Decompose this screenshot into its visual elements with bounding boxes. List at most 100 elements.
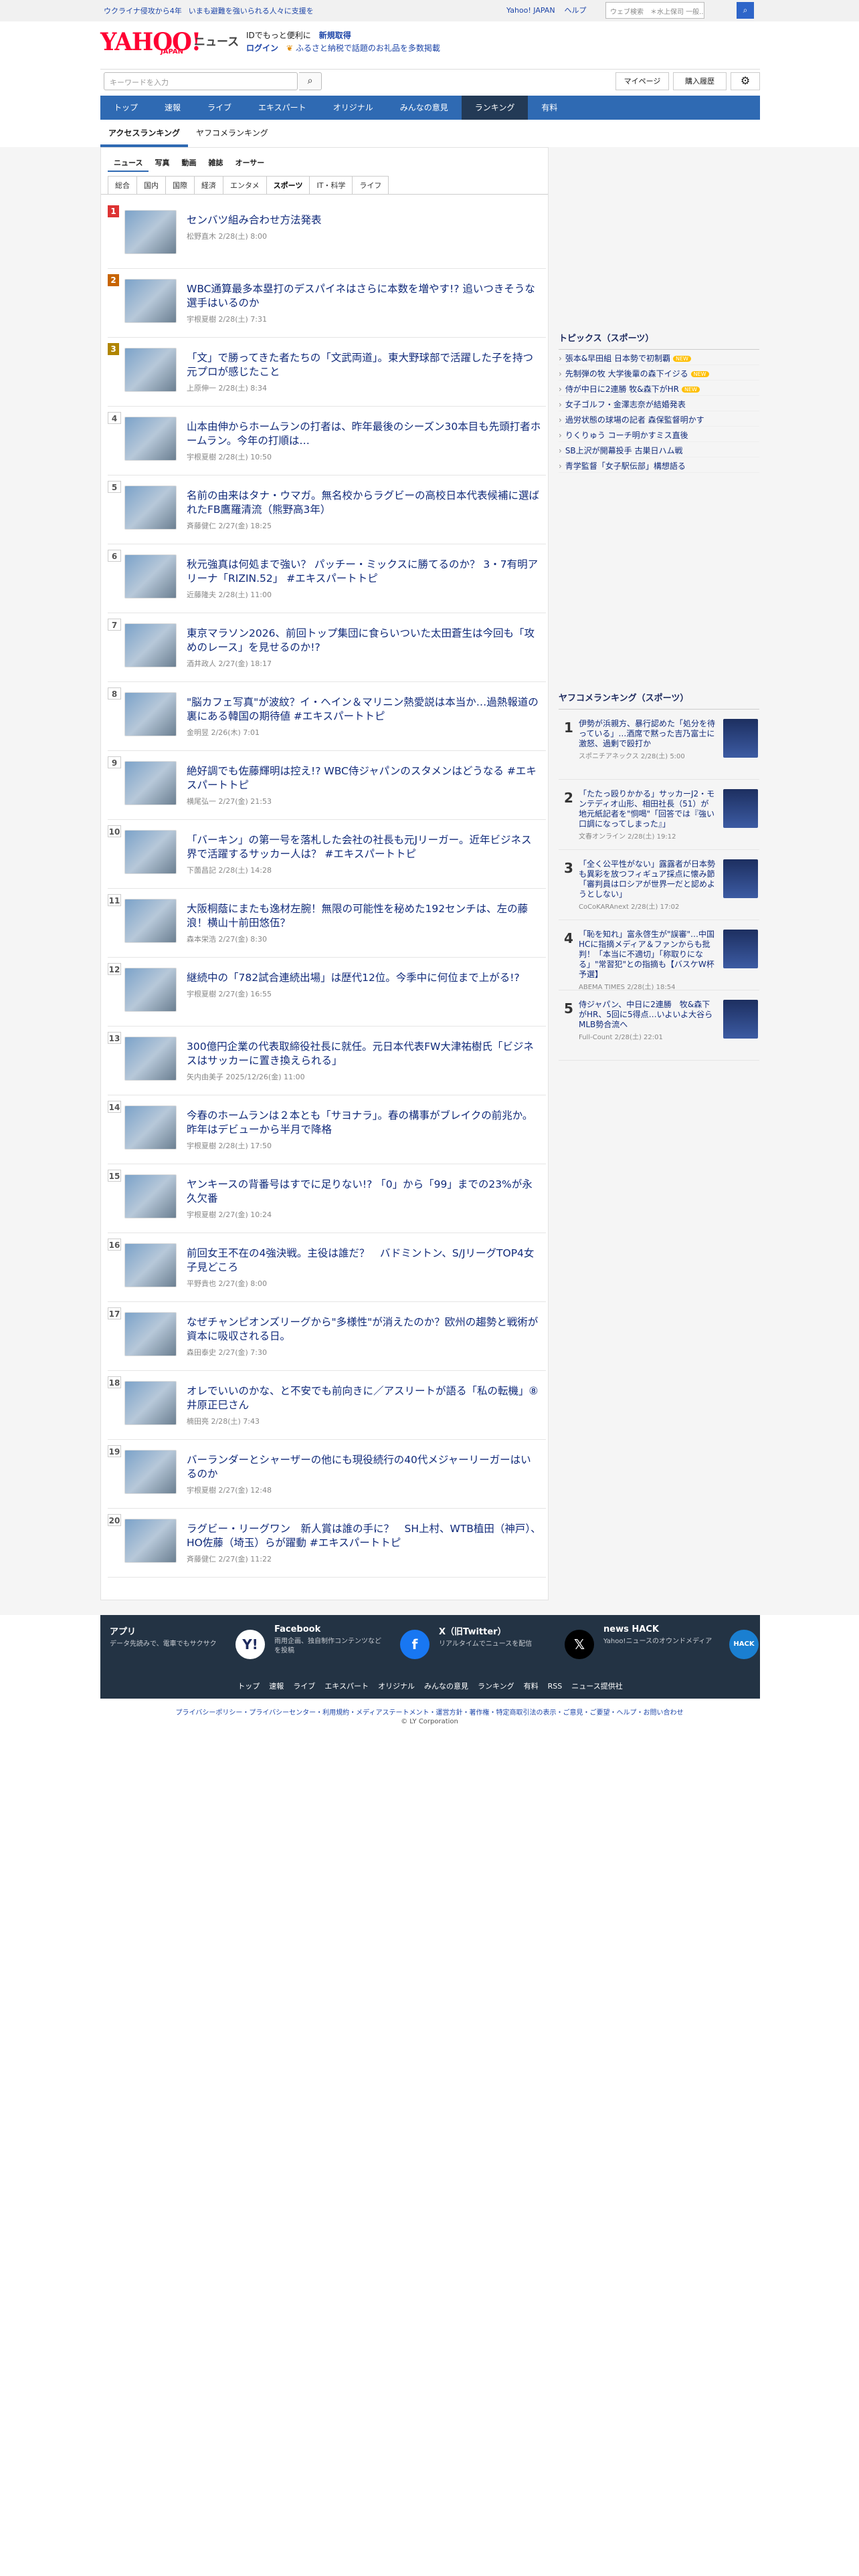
yahookome-item[interactable]: 2 「たたっ殴りかかる」サッカーJ2・モンテディオ山形、相田社長（51）が地元紙記… bbox=[559, 780, 759, 850]
article-title[interactable]: WBC通算最多本塁打のデスパイネはさらに本数を増やす!? 追いつきそうな選手はい… bbox=[187, 282, 541, 310]
subnav-tab-0[interactable]: アクセスランキング bbox=[100, 123, 189, 147]
yahookome-thumbnail[interactable] bbox=[723, 789, 758, 828]
footer-link-2[interactable]: ライブ bbox=[293, 1682, 315, 1691]
register-link[interactable]: 新規取得 bbox=[319, 31, 351, 40]
nav-item-4[interactable]: オリジナル bbox=[320, 96, 387, 120]
topic-item[interactable]: SB上沢が開幕投手 古巣日ハム戦 bbox=[559, 442, 759, 457]
topic-item[interactable]: 女子ゴルフ・金澤志奈が結婚発表 bbox=[559, 396, 759, 411]
web-search-input[interactable]: ウェブ検索 ＊水上保司 一般... bbox=[605, 2, 704, 19]
ranking-item[interactable]: 10 「バーキン」の第一号を落札した会社の社長も元Jリーガー。近年ビジネス界で活躍… bbox=[108, 820, 546, 889]
help-link[interactable]: ヘルプ bbox=[565, 5, 587, 15]
article-title[interactable]: 秋元強真は何処まで強い？ パッチー・ミックスに勝てるのか？ 3・7有明アリーナ「… bbox=[187, 558, 541, 586]
yahookome-title[interactable]: 伊勢が浜親方、暴行認めた「処分を待っている」…酒席で黙った吉乃富士に激怒、過剰で… bbox=[579, 719, 716, 749]
nav-item-6[interactable]: ランキング bbox=[461, 96, 529, 120]
ranking-item[interactable]: 4 山本由伸からホームランの打者は、昨年最後のシーズン30本目も先頭打者ホームラン… bbox=[108, 407, 546, 475]
notice-link-ukraine[interactable]: ウクライナ侵攻から4年 bbox=[104, 5, 182, 16]
topic-item[interactable]: 青学監督「女子駅伝部」構想語る bbox=[559, 457, 759, 473]
genre-tab-1[interactable]: 国内 bbox=[136, 176, 166, 195]
article-thumbnail[interactable] bbox=[124, 899, 177, 943]
article-thumbnail[interactable] bbox=[124, 1450, 177, 1494]
footer-link-6[interactable]: ランキング bbox=[478, 1682, 514, 1691]
article-title[interactable]: ラグビー・リーグワン 新人賞は誰の手に？ SH上村、WTB植田（神戸）、HO佐藤… bbox=[187, 1522, 541, 1550]
article-thumbnail[interactable] bbox=[124, 1105, 177, 1150]
footer-link-4[interactable]: オリジナル bbox=[378, 1682, 415, 1691]
ranking-item[interactable]: 8 "脳カフェ写真"が波紋？イ・ヘイン＆マリニン熱愛説は本当か…過熱報道の裏にある… bbox=[108, 682, 546, 751]
article-thumbnail[interactable] bbox=[124, 1037, 177, 1081]
footer-link-8[interactable]: RSS bbox=[548, 1682, 563, 1691]
topic-item[interactable]: 先制弾の牧 大学後輩の森下イジるNEW bbox=[559, 365, 759, 381]
footer-app-download-card[interactable]: アプリ データ先読みで、電車でもサクサク Y! bbox=[110, 1624, 270, 1666]
ranking-item[interactable]: 15 ヤンキースの背番号はすでに足りない!? 「0」から「99」までの23%が永久… bbox=[108, 1164, 546, 1233]
yahookome-item[interactable]: 5 侍ジャパン、中日に2連勝 牧&森下がHR、5回に5得点…いよいよ大谷らMLB勢… bbox=[559, 990, 759, 1061]
ranking-item[interactable]: 17 なぜチャンピオンズリーグから"多様性"が消えたのか？欧州の趨勢と戦術が資本に… bbox=[108, 1302, 546, 1371]
article-title[interactable]: 山本由伸からホームランの打者は、昨年最後のシーズン30本目も先頭打者ホームラン。… bbox=[187, 420, 541, 448]
article-title[interactable]: "脳カフェ写真"が波紋？イ・ヘイン＆マリニン熱愛説は本当か…過熱報道の裏にある韓… bbox=[187, 695, 541, 724]
legal-links[interactable]: プライバシーポリシー・プライバシーセンター・利用規約・メディアステートメント・運… bbox=[0, 1707, 859, 1717]
article-thumbnail[interactable] bbox=[124, 1312, 177, 1356]
article-thumbnail[interactable] bbox=[124, 1381, 177, 1425]
web-search-button[interactable]: ⌕ bbox=[737, 2, 754, 19]
article-thumbnail[interactable] bbox=[124, 210, 177, 254]
article-title[interactable]: オレでいいのかな、と不安でも前向きに／アスリートが語る「私の転機」⑧井原正巳さん bbox=[187, 1384, 541, 1412]
ranking-item[interactable]: 16 前回女王不在の4強決戦。主役は誰だ？ バドミントン、S/JリーグTOP4女子… bbox=[108, 1233, 546, 1302]
category-tab-4[interactable]: オーサー bbox=[229, 154, 270, 172]
yahookome-title[interactable]: 「恥を知れ」富永啓生が"誤審"…中国HCに指摘メディア＆ファンからも批判！「本当… bbox=[579, 930, 716, 980]
news-search-button[interactable]: ⌕ bbox=[299, 72, 322, 90]
nav-item-2[interactable]: ライブ bbox=[194, 96, 245, 120]
nav-item-1[interactable]: 速報 bbox=[151, 96, 194, 120]
article-title[interactable]: 300億円企業の代表取締役社長に就任。元日本代表FW大津祐樹氏「ビジネスはサッカ… bbox=[187, 1040, 541, 1068]
ranking-item[interactable]: 14 今春のホームランは２本とも「サヨナラ」。春の構事がブレイクの前兆か。昨年はデ… bbox=[108, 1095, 546, 1164]
settings-button[interactable]: ⚙ bbox=[731, 72, 760, 90]
footer-link-5[interactable]: みんなの意見 bbox=[424, 1682, 468, 1691]
mypage-button[interactable]: マイページ bbox=[615, 72, 669, 90]
article-title[interactable]: 今春のホームランは２本とも「サヨナラ」。春の構事がブレイクの前兆か。昨年はデビュ… bbox=[187, 1109, 541, 1137]
article-thumbnail[interactable] bbox=[124, 279, 177, 323]
ranking-item[interactable]: 5 名前の由来はタナ・ウマガ。無名校からラグビーの高校日本代表候補に選ばれたFB鷹… bbox=[108, 475, 546, 544]
genre-tab-6[interactable]: IT・科学 bbox=[309, 176, 353, 195]
nav-item-0[interactable]: トップ bbox=[100, 96, 151, 120]
ranking-item[interactable]: 18 オレでいいのかな、と不安でも前向きに／アスリートが語る「私の転機」⑧井原正巳… bbox=[108, 1371, 546, 1440]
article-title[interactable]: 東京マラソン2026、前回トップ集団に食らいついた太田蒼生は今回も「攻めのレース… bbox=[187, 627, 541, 655]
article-title[interactable]: 前回女王不在の4強決戦。主役は誰だ？ バドミントン、S/JリーグTOP4女子見ど… bbox=[187, 1247, 541, 1275]
genre-tab-0[interactable]: 総合 bbox=[108, 176, 137, 195]
footer-link-9[interactable]: ニュース提供社 bbox=[571, 1682, 622, 1691]
ranking-item[interactable]: 2 WBC通算最多本塁打のデスパイネはさらに本数を増やす!? 追いつきそうな選手は… bbox=[108, 269, 546, 338]
genre-tab-4[interactable]: エンタメ bbox=[223, 176, 267, 195]
ranking-item[interactable]: 3 「文」で勝ってきた者たちの「文武両道」。東大野球部で活躍した子を持つ元プロが感… bbox=[108, 338, 546, 407]
article-title[interactable]: 「文」で勝ってきた者たちの「文武両道」。東大野球部で活躍した子を持つ元プロが感じ… bbox=[187, 351, 541, 379]
article-thumbnail[interactable] bbox=[124, 348, 177, 392]
news-search-input[interactable]: キーワードを入力 bbox=[104, 72, 298, 90]
article-thumbnail[interactable] bbox=[124, 692, 177, 736]
footer-link-0[interactable]: トップ bbox=[237, 1682, 260, 1691]
yahookome-thumbnail[interactable] bbox=[723, 930, 758, 968]
yahookome-title[interactable]: 「たたっ殴りかかる」サッカーJ2・モンテディオ山形、相田社長（51）が地元紙記者… bbox=[579, 789, 716, 829]
yahookome-thumbnail[interactable] bbox=[723, 859, 758, 898]
category-tab-2[interactable]: 動画 bbox=[175, 154, 202, 172]
topic-item[interactable]: りくりゅう コーチ明かすミス直後 bbox=[559, 427, 759, 442]
yahoo-japan-link[interactable]: Yahoo! JAPAN bbox=[506, 6, 555, 15]
article-thumbnail[interactable] bbox=[124, 417, 177, 461]
footer-facebook-card[interactable]: Facebook 雨用企画、独自制作コンテンツなどを投稿 f bbox=[274, 1624, 435, 1666]
article-thumbnail[interactable] bbox=[124, 486, 177, 530]
article-title[interactable]: バーランダーとシャーザーの他にも現役続行の40代メジャーリーガーはいるのか bbox=[187, 1453, 541, 1481]
nav-item-5[interactable]: みんなの意見 bbox=[387, 96, 462, 120]
article-title[interactable]: 「バーキン」の第一号を落札した会社の社長も元Jリーガー。近年ビジネス界で活躍する… bbox=[187, 833, 541, 861]
category-tab-0[interactable]: ニュース bbox=[108, 154, 149, 172]
topic-item[interactable]: 侍が中日に2連勝 牧&森下がHRNEW bbox=[559, 381, 759, 396]
ranking-item[interactable]: 6 秋元強真は何処まで強い？ パッチー・ミックスに勝てるのか？ 3・7有明アリーナ… bbox=[108, 544, 546, 613]
footer-news-hack-card[interactable]: news HACK Yahoo!ニュースのオウンドメディア HACK bbox=[603, 1624, 764, 1666]
article-thumbnail[interactable] bbox=[124, 623, 177, 667]
purchase-history-button[interactable]: 購入履歴 bbox=[673, 72, 727, 90]
article-title[interactable]: ヤンキースの背番号はすでに足りない!? 「0」から「99」までの23%が永久欠番 bbox=[187, 1178, 541, 1206]
article-title[interactable]: 大阪桐蔭にまたも逸材左腕！無限の可能性を秘めた192センチは、左の藤浪！横山十前… bbox=[187, 902, 541, 930]
footer-link-3[interactable]: エキスパート bbox=[324, 1682, 369, 1691]
article-title[interactable]: 名前の由来はタナ・ウマガ。無名校からラグビーの高校日本代表候補に選ばれたFB鷹羅… bbox=[187, 489, 541, 517]
notice-link-support[interactable]: いまも避難を強いられる人々に支援を bbox=[189, 5, 314, 16]
article-title[interactable]: なぜチャンピオンズリーグから"多様性"が消えたのか？欧州の趨勢と戦術が資本に吸収… bbox=[187, 1315, 541, 1344]
article-thumbnail[interactable] bbox=[124, 1519, 177, 1563]
footer-x-twitter-card[interactable]: X（旧Twitter） リアルタイムでニュースを配信 𝕏 bbox=[439, 1624, 599, 1666]
topic-item[interactable]: 過労状態の球場の記者 森保監督明かす bbox=[559, 411, 759, 427]
yahookome-item[interactable]: 3 「全く公平性がない」露露者が日本勢も異彩を放つフィギュア採点に懐み節「審判員は… bbox=[559, 850, 759, 920]
article-title[interactable]: 絶好調でも佐藤輝明は控え!? WBC侍ジャパンのスタメンはどうなる #エキスパー… bbox=[187, 764, 541, 792]
ranking-item[interactable]: 20 ラグビー・リーグワン 新人賞は誰の手に？ SH上村、WTB植田（神戸）、HO… bbox=[108, 1509, 546, 1578]
